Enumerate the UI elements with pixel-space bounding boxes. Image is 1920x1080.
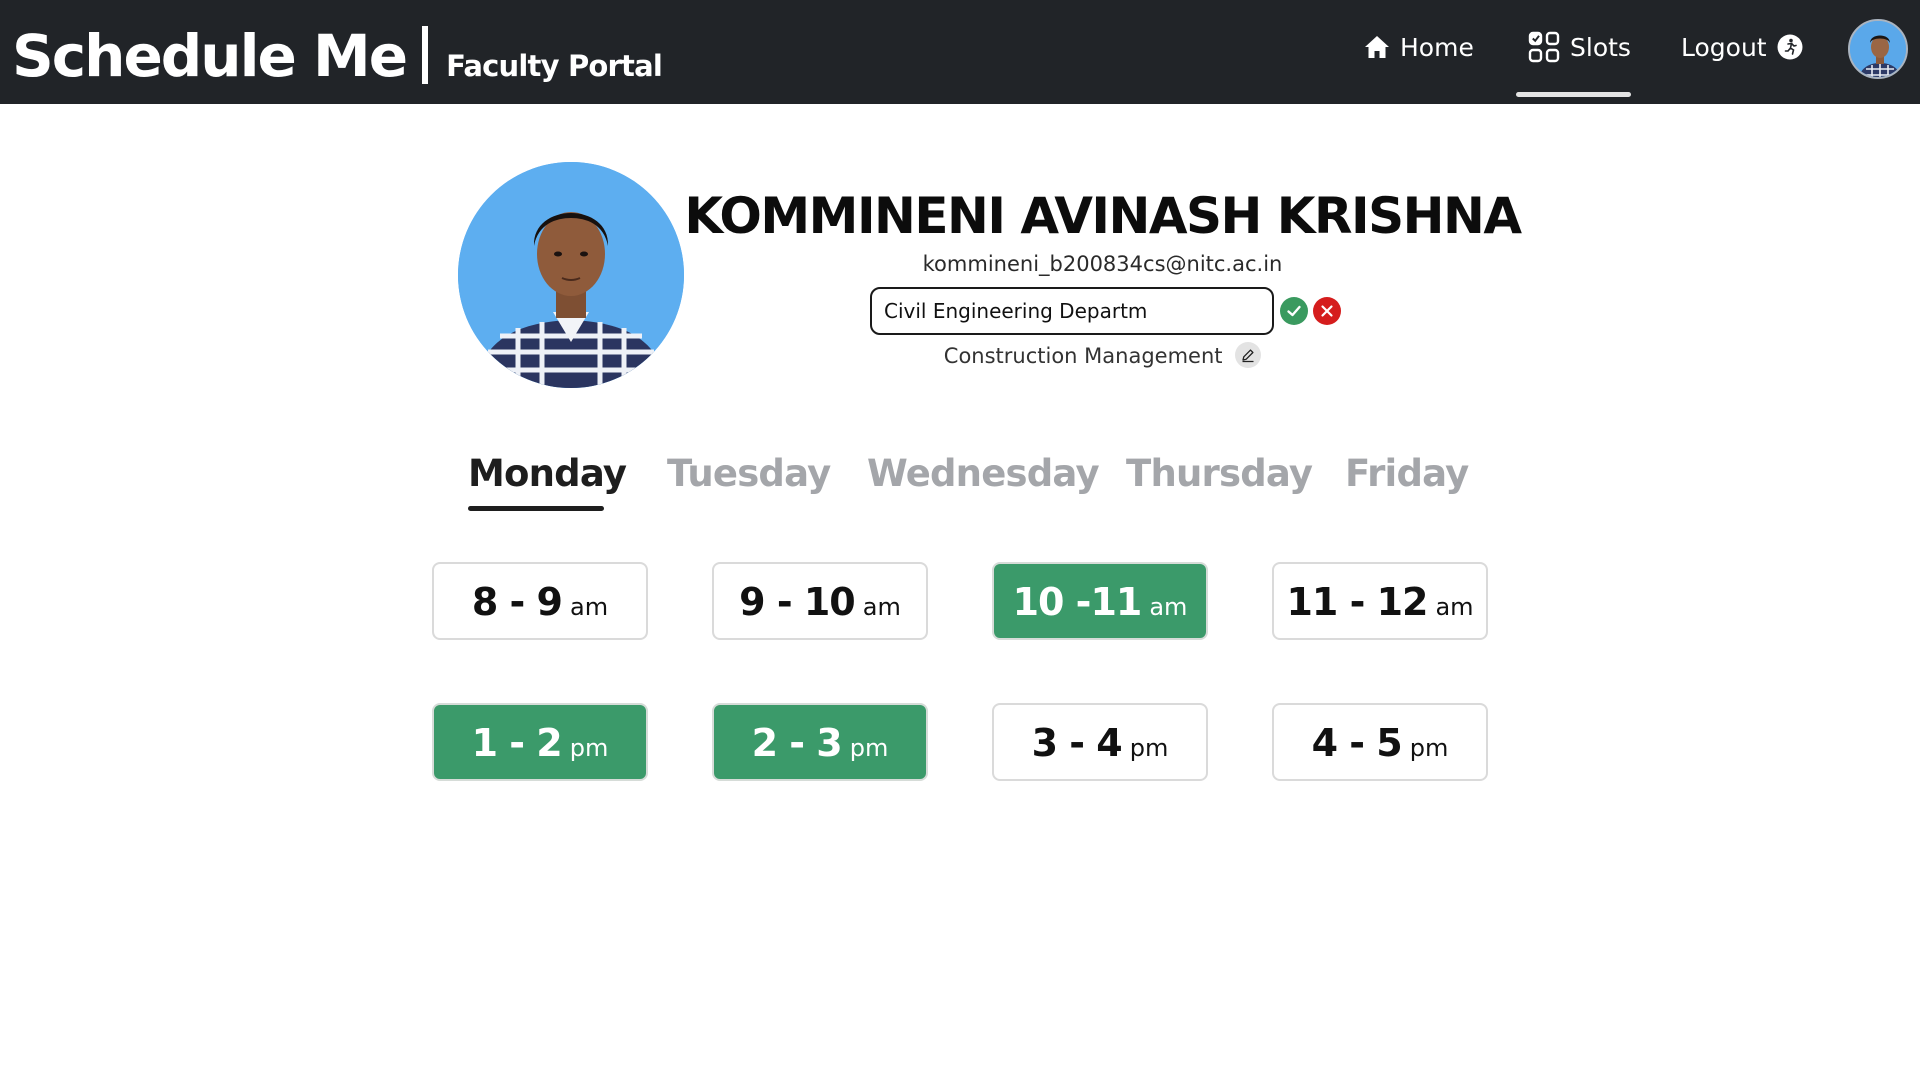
slot-unit: am <box>862 593 901 621</box>
logout-icon <box>1777 34 1803 60</box>
navbar: Schedule Me Faculty Portal Home Slots Lo… <box>0 0 1920 104</box>
slot-unit: am <box>570 593 609 621</box>
slot-unit: pm <box>569 734 609 762</box>
slot-unit: pm <box>849 734 889 762</box>
tab-tuesday[interactable]: Tuesday <box>667 452 831 495</box>
slot-time: 3 - 4 <box>1031 721 1123 765</box>
nav-slots-label: Slots <box>1570 32 1631 62</box>
slot-9-10-am[interactable]: 9 - 10 am <box>712 562 928 640</box>
tab-thursday[interactable]: Thursday <box>1126 452 1313 495</box>
nav-logout[interactable]: Logout <box>1681 26 1803 68</box>
slot-3-4-pm[interactable]: 3 - 4 pm <box>992 703 1208 781</box>
slot-unit: am <box>1149 593 1188 621</box>
slot-time: 10 -11 <box>1012 580 1143 624</box>
nav-home[interactable]: Home <box>1364 26 1474 68</box>
slot-4-5-pm[interactable]: 4 - 5 pm <box>1272 703 1488 781</box>
brand[interactable]: Schedule Me Faculty Portal <box>12 18 663 93</box>
brand-divider <box>422 26 429 84</box>
department-input[interactable] <box>870 287 1274 335</box>
slot-1-2-pm[interactable]: 1 - 2 pm <box>432 703 648 781</box>
tab-wednesday[interactable]: Wednesday <box>867 452 1100 495</box>
slot-10-11-am[interactable]: 10 -11 am <box>992 562 1208 640</box>
slot-time: 1 - 2 <box>471 721 563 765</box>
nav-logout-label: Logout <box>1681 32 1767 62</box>
specialization-text: Construction Management <box>943 344 1223 368</box>
slot-11-12-am[interactable]: 11 - 12 am <box>1272 562 1488 640</box>
cancel-button[interactable] <box>1313 297 1341 325</box>
slot-unit: am <box>1435 593 1474 621</box>
grid-icon <box>1528 31 1560 63</box>
tab-friday[interactable]: Friday <box>1345 452 1469 495</box>
slot-time: 8 - 9 <box>471 580 563 624</box>
slot-unit: pm <box>1129 734 1169 762</box>
slot-time: 11 - 12 <box>1286 580 1428 624</box>
slot-time: 2 - 3 <box>751 721 843 765</box>
slot-time: 4 - 5 <box>1311 721 1403 765</box>
pencil-icon <box>1240 347 1256 363</box>
slot-unit: pm <box>1409 734 1449 762</box>
user-avatar[interactable] <box>1848 19 1908 79</box>
check-icon <box>1286 303 1302 319</box>
slot-8-9-am[interactable]: 8 - 9 am <box>432 562 648 640</box>
home-icon <box>1364 35 1390 59</box>
tab-monday[interactable]: Monday <box>468 452 627 495</box>
edit-specialization-button[interactable] <box>1235 342 1262 368</box>
app-subtitle: Faculty Portal <box>446 49 663 83</box>
confirm-button[interactable] <box>1280 297 1308 325</box>
nav-home-label: Home <box>1400 32 1474 62</box>
tab-active-indicator <box>468 506 604 511</box>
nav-active-indicator <box>1516 92 1631 97</box>
faculty-email: kommineni_b200834cs@nitc.ac.in <box>922 252 1283 276</box>
faculty-name: KOMMINENI AVINASH KRISHNA <box>684 187 1522 245</box>
close-icon <box>1320 304 1334 318</box>
slot-time: 9 - 10 <box>739 580 856 624</box>
specialization-row: Construction Management <box>0 342 1920 370</box>
app-title: Schedule Me <box>12 22 408 90</box>
slot-2-3-pm[interactable]: 2 - 3 pm <box>712 703 928 781</box>
nav-slots[interactable]: Slots <box>1528 26 1631 68</box>
